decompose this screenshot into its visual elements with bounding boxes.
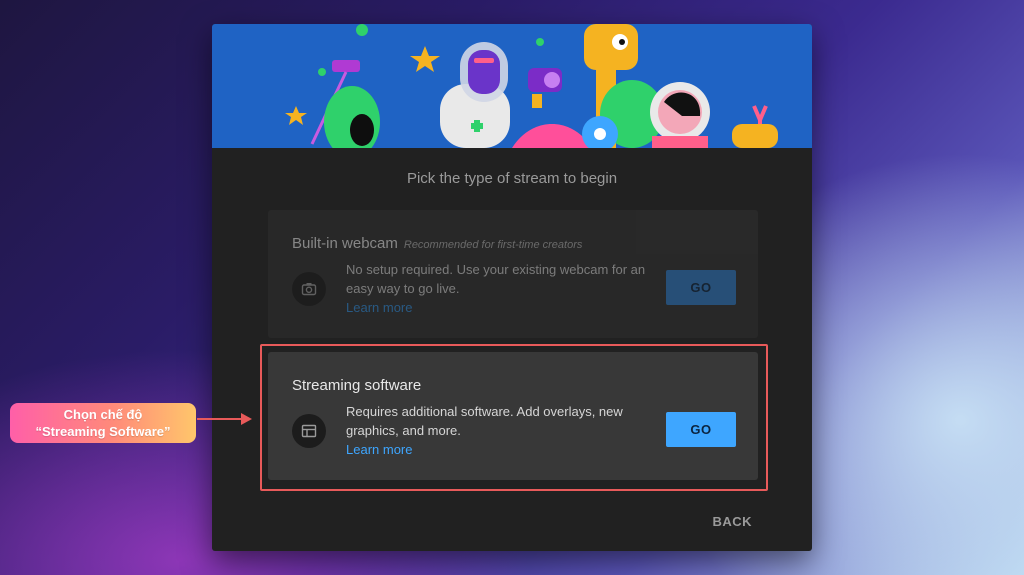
webcam-option-description: No setup required. Use your existing web… bbox=[346, 260, 656, 317]
webcam-recommended-note: Recommended for first-time creators bbox=[403, 239, 583, 251]
stream-type-prompt: Pick the type of stream to begin bbox=[406, 170, 618, 187]
annotation-line-1: Chọn chế độ bbox=[63, 407, 143, 422]
camera-icon bbox=[292, 272, 326, 306]
creators-illustration bbox=[285, 24, 778, 148]
illustration-banner bbox=[212, 24, 812, 148]
webcam-option-card[interactable]: Built-in webcam Recommended for first-tim… bbox=[268, 210, 758, 338]
annotation-line-2: “Streaming Software” bbox=[35, 424, 171, 439]
webcam-option-title: Built-in webcam Recommended for first-tim… bbox=[292, 235, 583, 252]
streaming-software-highlight-box bbox=[260, 344, 768, 491]
back-button[interactable]: BACK bbox=[712, 514, 752, 529]
annotation-arrow-icon bbox=[197, 413, 252, 425]
annotation-callout: Chọn chế độ “Streaming Software” bbox=[10, 403, 196, 443]
webcam-learn-more-link[interactable]: Learn more bbox=[346, 298, 656, 317]
webcam-go-button[interactable]: GO bbox=[666, 270, 736, 305]
